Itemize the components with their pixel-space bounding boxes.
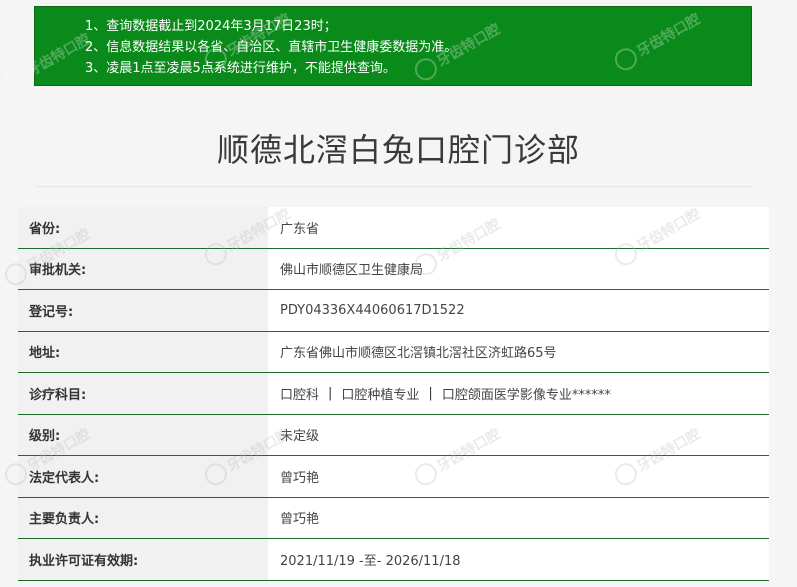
row-label: 登记号: [18, 290, 268, 331]
table-row: 省份: 广东省 [18, 207, 769, 249]
row-value: 曾巧艳 [268, 497, 769, 538]
row-label: 级别: [18, 414, 268, 455]
row-label: 诊疗科目: [18, 373, 268, 414]
table-row: 法定代表人: 曾巧艳 [18, 456, 769, 498]
row-value: 曾巧艳 [268, 456, 769, 497]
notice-line: 1、查询数据截止到2024年3月17日23时； [85, 19, 337, 34]
row-value: 佛山市顺德区卫生健康局 [268, 248, 769, 289]
table-row: 级别: 未定级 [18, 414, 769, 456]
row-label: 法定代表人: [18, 456, 268, 497]
table-row: 主要负责人: 曾巧艳 [18, 497, 769, 539]
row-value: 广东省 [268, 207, 769, 248]
notice-line: 2、信息数据结果以各省、自治区、直辖市卫生健康委数据为准。 [85, 40, 458, 55]
table-row: 审批机关: 佛山市顺德区卫生健康局 [18, 248, 769, 290]
subject-separator: | [428, 385, 433, 401]
notice-banner: 1、查询数据截止到2024年3月17日23时； 2、信息数据结果以各省、自治区、… [34, 6, 752, 86]
subjects-value: 口腔科 | 口腔种植专业 | 口腔颌面医学影像专业****** [268, 373, 769, 414]
row-label: 省份: [18, 207, 268, 248]
clinic-info-table: 省份: 广东省 审批机关: 佛山市顺德区卫生健康局 登记号: PDY04336X… [18, 207, 769, 581]
table-row: 诊疗科目: 口腔科 | 口腔种植专业 | 口腔颌面医学影像专业****** [18, 373, 769, 415]
notice-line: 3、凌晨1点至凌晨5点系统进行维护，不能提供查询。 [85, 61, 396, 76]
subject-separator: | [328, 385, 333, 401]
table-row: 地址: 广东省佛山市顺德区北滘镇北滘社区济虹路65号 [18, 331, 769, 373]
page-title: 顺德北滘白兔口腔门诊部 [216, 131, 580, 169]
row-value: 2021/11/19 -至- 2026/11/18 [268, 539, 769, 580]
subject-item: 口腔科 [280, 387, 320, 403]
row-value: 广东省佛山市顺德区北滘镇北滘社区济虹路65号 [268, 331, 769, 372]
row-label: 执业许可证有效期: [18, 539, 268, 580]
row-value: PDY04336X44060617D1522 [268, 290, 769, 331]
row-label: 审批机关: [18, 248, 268, 289]
table-row: 登记号: PDY04336X44060617D1522 [18, 290, 769, 332]
table-row: 执业许可证有效期: 2021/11/19 -至- 2026/11/18 [18, 539, 769, 581]
row-label: 主要负责人: [18, 497, 268, 538]
row-label: 地址: [18, 331, 268, 372]
title-divider [36, 186, 753, 187]
row-value: 未定级 [268, 414, 769, 455]
tooth-logo-icon [0, 64, 31, 95]
subject-item: 口腔颌面医学影像专业****** [441, 387, 611, 403]
subject-item: 口腔种植专业 [341, 387, 420, 403]
